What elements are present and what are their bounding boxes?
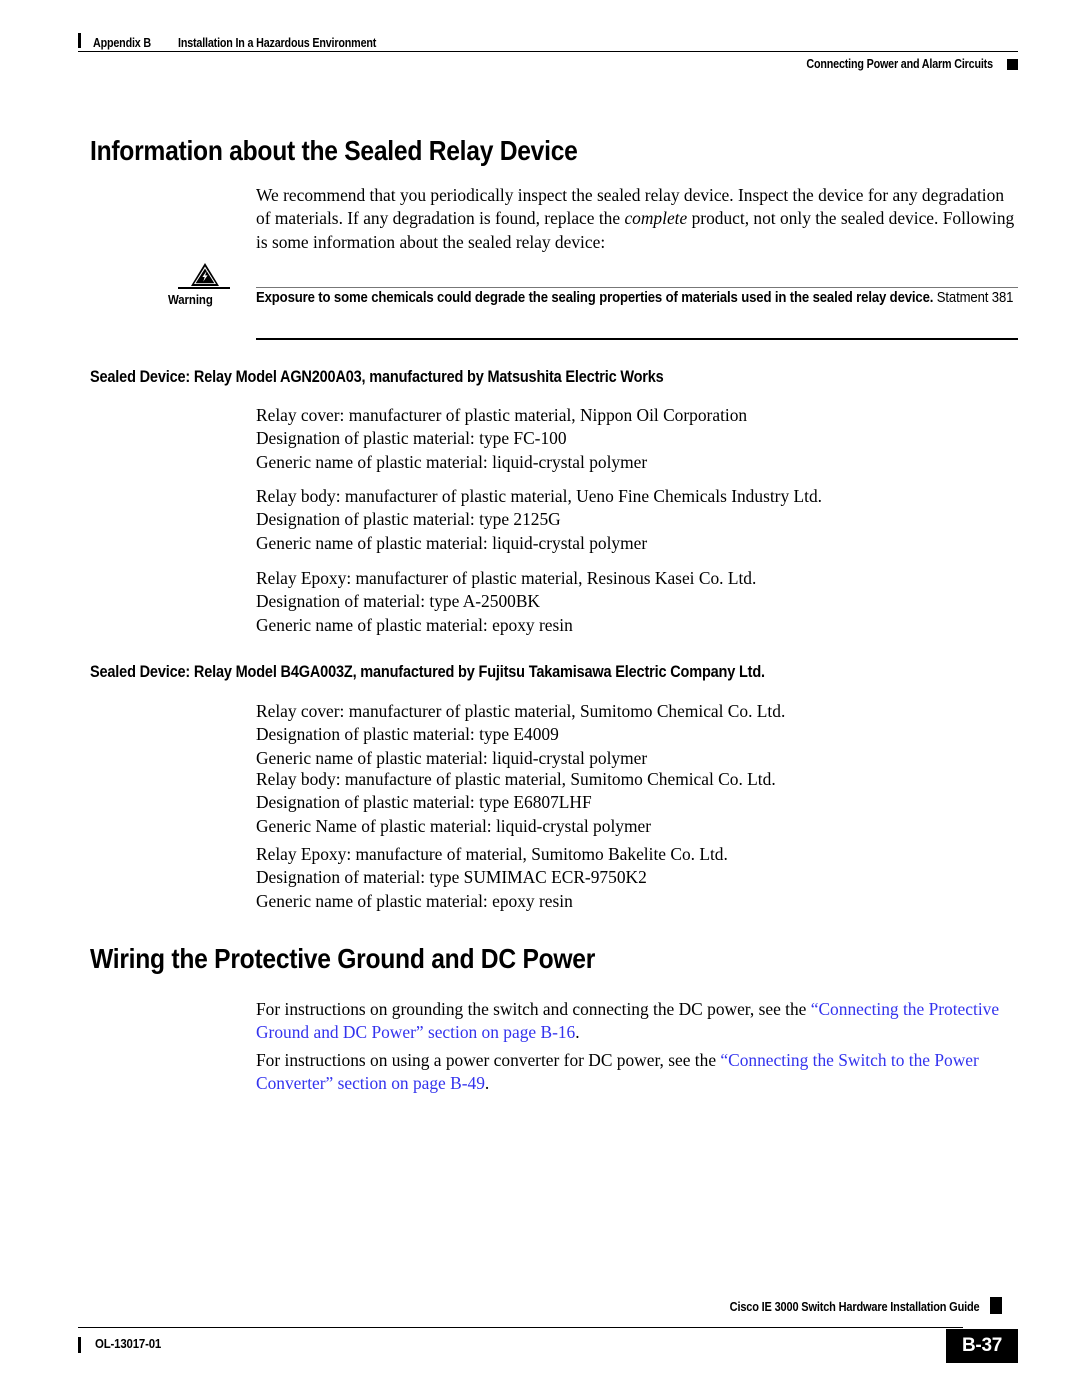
wiring-paragraph-2: For instructions on using a power conver… bbox=[256, 1049, 1018, 1096]
spec-line: Designation of material: type SUMIMAC EC… bbox=[256, 867, 647, 888]
spec-line: Relay body: manufacturer of plastic mate… bbox=[256, 486, 823, 506]
warning-lightning-triangle-icon bbox=[191, 263, 219, 286]
subsection-1-group-3: Relay Epoxy: manufacturer of plastic mat… bbox=[256, 567, 1018, 637]
page-footer: Cisco IE 3000 Switch Hardware Installati… bbox=[0, 1287, 1080, 1397]
footer-square-marker bbox=[990, 1297, 1002, 1314]
wiring-p2-lead: For instructions on using a power conver… bbox=[256, 1050, 721, 1070]
header-square-marker bbox=[1007, 58, 1018, 70]
warning-bottom-rule bbox=[256, 338, 1018, 340]
running-header: Appendix B Installation In a Hazardous E… bbox=[0, 32, 1080, 88]
spec-line: Relay Epoxy: manufacturer of plastic mat… bbox=[256, 568, 757, 588]
intro-paragraph-block: We recommend that you periodically inspe… bbox=[256, 184, 1018, 254]
subsection-heading-b4ga003z: Sealed Device: Relay Model B4GA003Z, man… bbox=[90, 663, 765, 681]
wiring-paragraph-1-text: For instructions on grounding the switch… bbox=[256, 998, 1018, 1045]
footer-rule bbox=[78, 1327, 963, 1328]
wiring-paragraph-2-text: For instructions on using a power conver… bbox=[256, 1049, 1018, 1096]
warning-bold-text: Exposure to some chemicals could degrade… bbox=[256, 290, 934, 306]
header-right-group: Connecting Power and Alarm Circuits bbox=[776, 57, 1018, 71]
wiring-paragraph-1: For instructions on grounding the switch… bbox=[256, 998, 1018, 1045]
header-appendix-label: Appendix B bbox=[93, 36, 152, 50]
spec-line: Relay cover: manufacturer of plastic mat… bbox=[256, 405, 748, 425]
warning-label: Warning bbox=[168, 292, 213, 307]
spec-line: Designation of plastic material: type FC… bbox=[256, 428, 567, 449]
spec-line: Designation of plastic material: type E4… bbox=[256, 724, 559, 745]
footer-guide-title: Cisco IE 3000 Switch Hardware Installati… bbox=[730, 1299, 980, 1314]
spec-line: Relay body: manufacture of plastic mater… bbox=[256, 769, 776, 789]
spec-line: Relay cover: manufacturer of plastic mat… bbox=[256, 701, 786, 721]
subsection-heading-agn200a03: Sealed Device: Relay Model AGN200A03, ma… bbox=[90, 368, 664, 386]
header-rule bbox=[78, 51, 1018, 52]
warning-icon-rule bbox=[178, 287, 230, 289]
wiring-p2-tail: . bbox=[484, 1073, 490, 1094]
subsection-2-group-2: Relay body: manufacture of plastic mater… bbox=[256, 768, 1018, 838]
header-tick-mark bbox=[78, 33, 81, 48]
header-section-title: Connecting Power and Alarm Circuits bbox=[806, 57, 993, 71]
page-title-sealed-relay-device: Information about the Sealed Relay Devic… bbox=[90, 135, 578, 166]
warning-text: Exposure to some chemicals could degrade… bbox=[256, 288, 1018, 309]
spec-line: Designation of plastic material: type E6… bbox=[256, 792, 592, 813]
subsection-1-group-1: Relay cover: manufacturer of plastic mat… bbox=[256, 404, 1018, 474]
spec-line: Generic name of plastic material: liquid… bbox=[256, 747, 648, 768]
spec-line: Generic name of plastic material: epoxy … bbox=[256, 890, 573, 911]
warning-icon-container bbox=[185, 262, 225, 287]
warning-statement-number: Statment 381 bbox=[933, 290, 1014, 306]
subsection-2-group-3: Relay Epoxy: manufacture of material, Su… bbox=[256, 843, 1018, 913]
footer-page-number-box: B-37 bbox=[946, 1329, 1018, 1363]
page-title-wiring-ground-dc-power: Wiring the Protective Ground and DC Powe… bbox=[90, 943, 596, 974]
header-left-group: Appendix B Installation In a Hazardous E… bbox=[78, 32, 409, 50]
document-page: Appendix B Installation In a Hazardous E… bbox=[0, 0, 1080, 1397]
spec-line: Designation of material: type A-2500BK bbox=[256, 591, 540, 612]
footer-tick-mark bbox=[78, 1337, 81, 1353]
spec-line: Generic Name of plastic material: liquid… bbox=[256, 815, 652, 836]
spec-line: Generic name of plastic material: liquid… bbox=[256, 532, 648, 553]
footer-document-number: OL-13017-01 bbox=[95, 1336, 162, 1351]
wiring-p1-tail: . bbox=[575, 1022, 580, 1043]
header-chapter-title: Installation In a Hazardous Environment bbox=[178, 36, 377, 50]
spec-line: Designation of plastic material: type 21… bbox=[256, 509, 561, 530]
intro-text-italic: complete bbox=[624, 208, 688, 229]
subsection-1-group-2: Relay body: manufacturer of plastic mate… bbox=[256, 485, 1018, 555]
subsection-2-group-1: Relay cover: manufacturer of plastic mat… bbox=[256, 700, 1018, 770]
spec-line: Generic name of plastic material: epoxy … bbox=[256, 614, 573, 635]
spec-line: Relay Epoxy: manufacture of material, Su… bbox=[256, 844, 728, 864]
intro-paragraph: We recommend that you periodically inspe… bbox=[256, 184, 1018, 254]
spec-line: Generic name of plastic material: liquid… bbox=[256, 451, 648, 472]
warning-admonition: Warning Exposure to some chemicals could… bbox=[90, 262, 1018, 346]
wiring-p1-lead: For instructions on grounding the switch… bbox=[256, 999, 811, 1019]
